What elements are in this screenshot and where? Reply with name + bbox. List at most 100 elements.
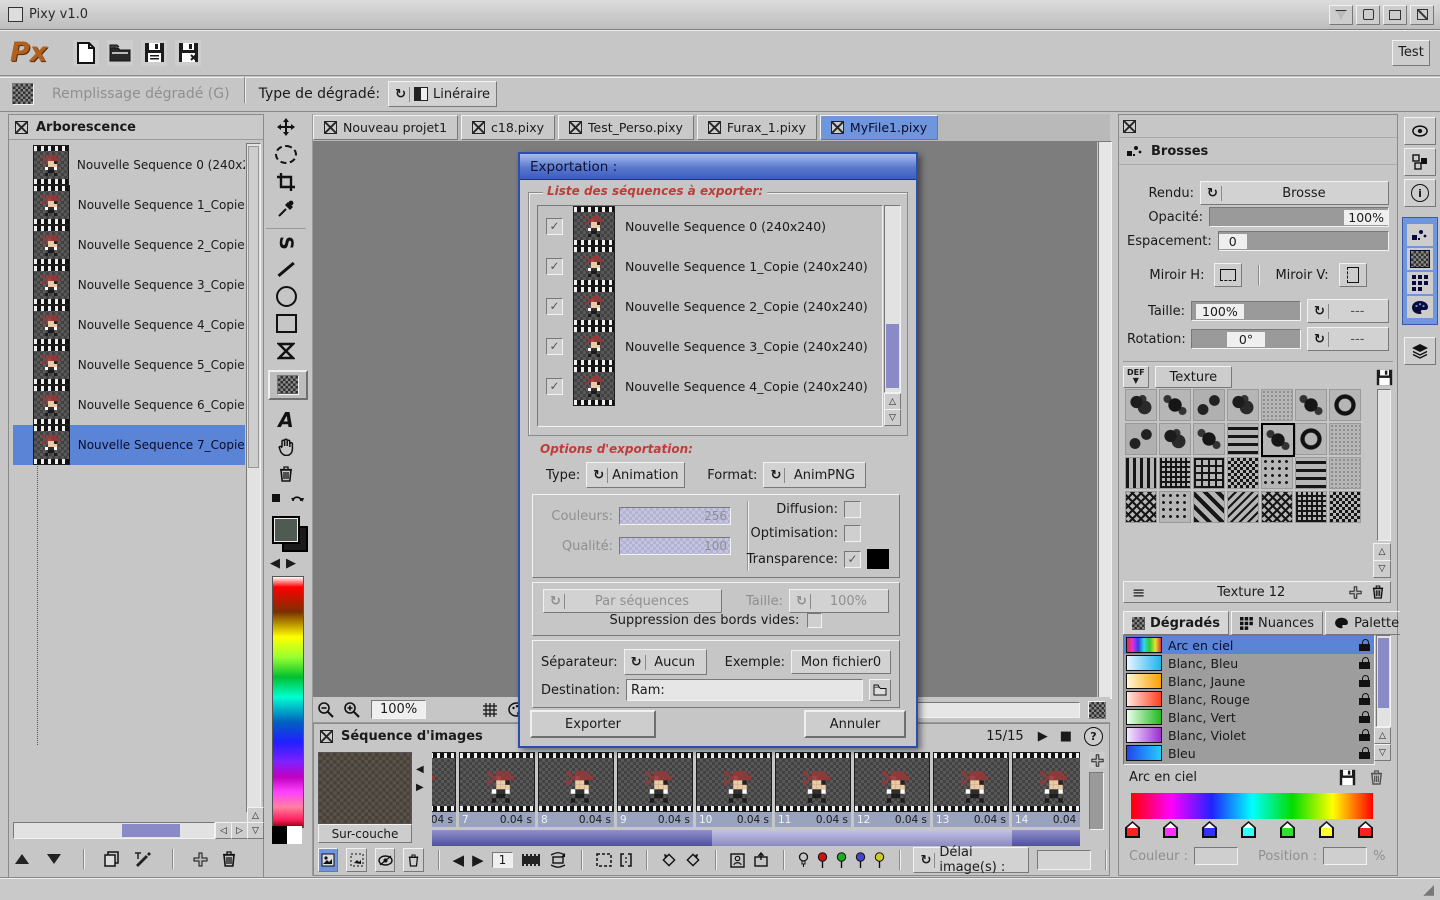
add-texture-icon[interactable] — [1349, 586, 1362, 599]
maximize-button[interactable] — [1383, 5, 1407, 25]
add-icon[interactable] — [193, 852, 208, 867]
new-file-icon[interactable] — [73, 40, 99, 66]
texture-swatch[interactable] — [1125, 423, 1157, 455]
texture-swatch[interactable] — [1227, 457, 1259, 489]
qualite-slider[interactable]: 100 — [619, 537, 731, 555]
bulb-white-icon[interactable] — [798, 852, 809, 868]
tab-furax-1[interactable]: Furax_1.pixy — [697, 115, 817, 140]
size-slider[interactable]: 100% — [1191, 301, 1301, 321]
sequence-checkbox-checked[interactable]: ✓ — [546, 258, 563, 275]
frame[interactable]: 120.04 s — [854, 752, 930, 827]
tab-test-perso[interactable]: Test_Perso.pixy — [558, 115, 694, 140]
rotation-dropdown[interactable]: ↻--- — [1307, 327, 1389, 351]
right-panel-close-icon[interactable] — [1123, 120, 1136, 133]
gradient-item[interactable]: Bleu — [1124, 744, 1374, 762]
sequence-close-icon[interactable] — [320, 730, 333, 743]
tree-item[interactable]: Nouvelle Sequence 0 (240x240 — [13, 145, 245, 185]
tab-c18[interactable]: c18.pixy — [461, 115, 555, 140]
frame-nav-prev-icon[interactable]: ◀ — [416, 764, 424, 775]
textures-panel-icon[interactable] — [1407, 248, 1433, 270]
couleurs-slider[interactable]: 256 — [619, 507, 731, 525]
sequence-row[interactable]: ✓ Nouvelle Sequence 1_Copie (240x240) — [538, 246, 882, 286]
def-button[interactable]: DEF▼ — [1123, 366, 1149, 388]
text-tool-icon[interactable]: A — [266, 406, 306, 433]
reverse-frames-icon[interactable] — [549, 852, 567, 868]
couleur-field[interactable] — [1194, 847, 1238, 865]
size-dropdown[interactable]: ↻--- — [1307, 299, 1389, 323]
sequences-scroll-down[interactable]: ▽ — [884, 409, 901, 426]
color-spectrum[interactable] — [272, 576, 304, 828]
tab-palette[interactable]: Palette — [1325, 611, 1408, 635]
tree-item[interactable]: Nouvelle Sequence 4_Copie (2 — [13, 305, 245, 345]
help-icon[interactable]: ? — [1084, 727, 1103, 746]
tree-item-selected[interactable]: Nouvelle Sequence 7_Copie (2 — [13, 425, 245, 465]
sequence-row[interactable]: ✓ Nouvelle Sequence 3_Copie (240x240) — [538, 326, 882, 366]
rectangle-tool-icon[interactable] — [266, 310, 306, 337]
prev-frame-icon[interactable]: ◀ — [453, 851, 465, 869]
pin-red-icon[interactable] — [817, 852, 828, 869]
type-dropdown[interactable]: ↻Animation — [586, 462, 685, 488]
scroll-left-button[interactable]: ◁ — [215, 822, 232, 839]
rotate-left-icon[interactable] — [661, 852, 677, 868]
gradient-scroll-up[interactable]: △ — [1374, 727, 1391, 744]
gradient-item[interactable]: Blanc, Violet — [1124, 726, 1374, 744]
texture-swatch[interactable] — [1227, 491, 1259, 523]
tree-close-icon[interactable] — [15, 121, 28, 134]
default-colors-icon[interactable] — [272, 494, 280, 502]
gradient-stop[interactable] — [1125, 821, 1140, 838]
grid-toggle-icon[interactable] — [482, 702, 498, 718]
rotation-slider[interactable]: 0° — [1191, 329, 1301, 349]
sequence-row[interactable]: ✓ Nouvelle Sequence 0 (240x240) — [538, 206, 882, 246]
stop-icon[interactable]: ■ — [1060, 729, 1072, 744]
destination-field[interactable]: Ram: — [626, 679, 863, 701]
curve-tool-icon[interactable]: S — [266, 228, 306, 256]
tree-item[interactable]: Nouvelle Sequence 2_Copie (2 — [13, 225, 245, 265]
tree-item[interactable]: Nouvelle Sequence 3_Copie (2 — [13, 265, 245, 305]
add-frame-icon[interactable] — [1089, 752, 1105, 768]
tree-hscroll-thumb[interactable] — [122, 824, 180, 837]
texture-swatch-selected[interactable] — [1261, 423, 1295, 457]
texture-swatch[interactable] — [1227, 423, 1259, 455]
frames-vscrollbar[interactable] — [1089, 772, 1104, 830]
gradient-item-selected[interactable]: Arc en ciel — [1124, 636, 1374, 654]
move-up-icon[interactable] — [13, 852, 31, 866]
sequences-scroll-up[interactable]: △ — [884, 393, 901, 410]
sequences-scroll-thumb[interactable] — [886, 324, 899, 388]
timeline-bar[interactable] — [432, 830, 1080, 846]
zoom-out-icon[interactable] — [317, 701, 335, 719]
gradient-type-dropdown[interactable]: ↻ Linéraire — [388, 81, 497, 107]
trash-icon[interactable] — [222, 851, 236, 867]
palette-next-icon[interactable]: ▶ — [286, 556, 296, 571]
sequences-scrollbar[interactable] — [884, 205, 901, 393]
save-gradient-icon[interactable] — [1339, 769, 1356, 786]
picker-tool-icon[interactable] — [266, 195, 306, 222]
transparency-corner-icon[interactable] — [1088, 701, 1106, 719]
layers-panel-icon[interactable] — [1404, 337, 1436, 365]
gradient-item[interactable]: Blanc, Bleu — [1124, 654, 1374, 672]
texture-swatch[interactable] — [1329, 423, 1361, 455]
frame[interactable]: 140.04 s — [1012, 752, 1080, 827]
gradient-fill-tool-icon-selected[interactable] — [268, 370, 308, 400]
save-texture-icon[interactable] — [1376, 369, 1393, 386]
overlay-image-button[interactable] — [318, 848, 338, 872]
gradient-stop[interactable] — [1319, 821, 1334, 838]
gradient-item[interactable]: Blanc, Rouge — [1124, 690, 1374, 708]
gradient-stop[interactable] — [1202, 821, 1217, 838]
zoom-level-field[interactable]: 100% — [371, 700, 426, 719]
texture-swatch[interactable] — [1261, 389, 1293, 421]
info-panel-icon[interactable]: i — [1404, 179, 1436, 207]
overlay-select-button[interactable] — [346, 848, 366, 872]
texture-swatch[interactable] — [1159, 457, 1191, 489]
texture-swatch[interactable] — [1329, 389, 1361, 421]
delete-texture-icon[interactable] — [1372, 585, 1384, 599]
onion-skin-icon[interactable] — [730, 853, 745, 868]
sequence-checkbox-checked[interactable]: ✓ — [546, 298, 563, 315]
gradient-stop[interactable] — [1163, 821, 1178, 838]
frame-bracket-icon[interactable] — [620, 853, 632, 867]
brushes-panel-icon[interactable] — [1407, 224, 1433, 246]
tree-item[interactable]: Nouvelle Sequence 5_Copie (2 — [13, 345, 245, 385]
move-down-icon[interactable] — [45, 852, 63, 866]
texture-swatch[interactable] — [1193, 457, 1225, 489]
mirror-h-button[interactable] — [1214, 263, 1242, 287]
browse-folder-icon[interactable] — [869, 679, 891, 701]
